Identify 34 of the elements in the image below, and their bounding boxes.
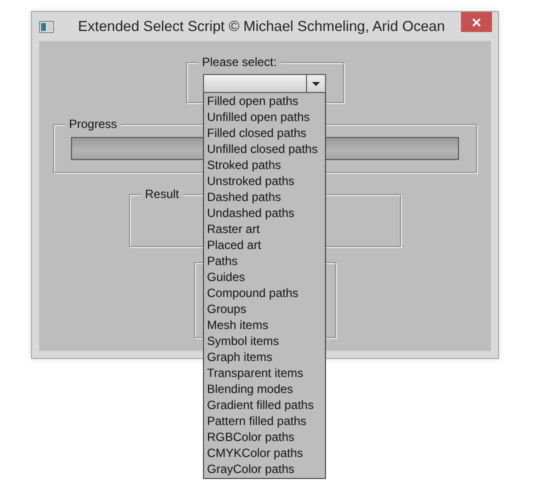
window-title: Extended Select Script © Michael Schmeling, Arid Ocean [78,18,445,34]
dropdown-option[interactable]: Graph items [204,349,325,365]
dropdown-option[interactable]: Filled open paths [204,93,325,109]
caret-icon [312,82,320,86]
dropdown-option[interactable]: Unfilled closed paths [204,141,325,157]
group-label: Please select: [198,55,281,69]
close-icon [472,18,481,26]
dropdown-option[interactable]: Placed art [204,237,325,253]
dropdown-option[interactable]: Transparent items [204,365,325,381]
dropdown-option[interactable]: Pattern filled paths [204,413,325,429]
dropdown-option[interactable]: Filled closed paths [204,125,325,141]
close-button[interactable] [461,12,492,32]
dropdown-button[interactable] [306,75,325,92]
group-label: Result [141,187,184,201]
dropdown-option[interactable]: Stroked paths [204,157,325,173]
dropdown[interactable] [203,74,326,93]
dropdown-option[interactable]: Raster art [204,221,325,237]
dropdown-option[interactable]: GrayColor paths [204,461,325,477]
dropdown-option[interactable]: Groups [204,301,325,317]
dropdown-option[interactable]: Dashed paths [204,189,325,205]
window-icon [39,20,54,32]
dropdown-option[interactable]: Undashed paths [204,205,325,221]
dropdown-option[interactable]: RGBColor paths [204,429,325,445]
group-label: Progress [65,117,122,131]
dropdown-option[interactable]: CMYKColor paths [204,445,325,461]
dropdown-option[interactable]: Unfilled open paths [204,109,325,125]
dropdown-option[interactable]: Gradient filled paths [204,397,325,413]
dropdown-option[interactable]: Unstroked paths [204,173,325,189]
dropdown-option[interactable]: Guides [204,269,325,285]
dropdown-option[interactable]: Blending modes [204,381,325,397]
dropdown-option[interactable]: Mesh items [204,317,325,333]
dropdown-option[interactable]: Compound paths [204,285,325,301]
dropdown-option[interactable]: Symbol items [204,333,325,349]
dropdown-option[interactable]: Paths [204,253,325,269]
